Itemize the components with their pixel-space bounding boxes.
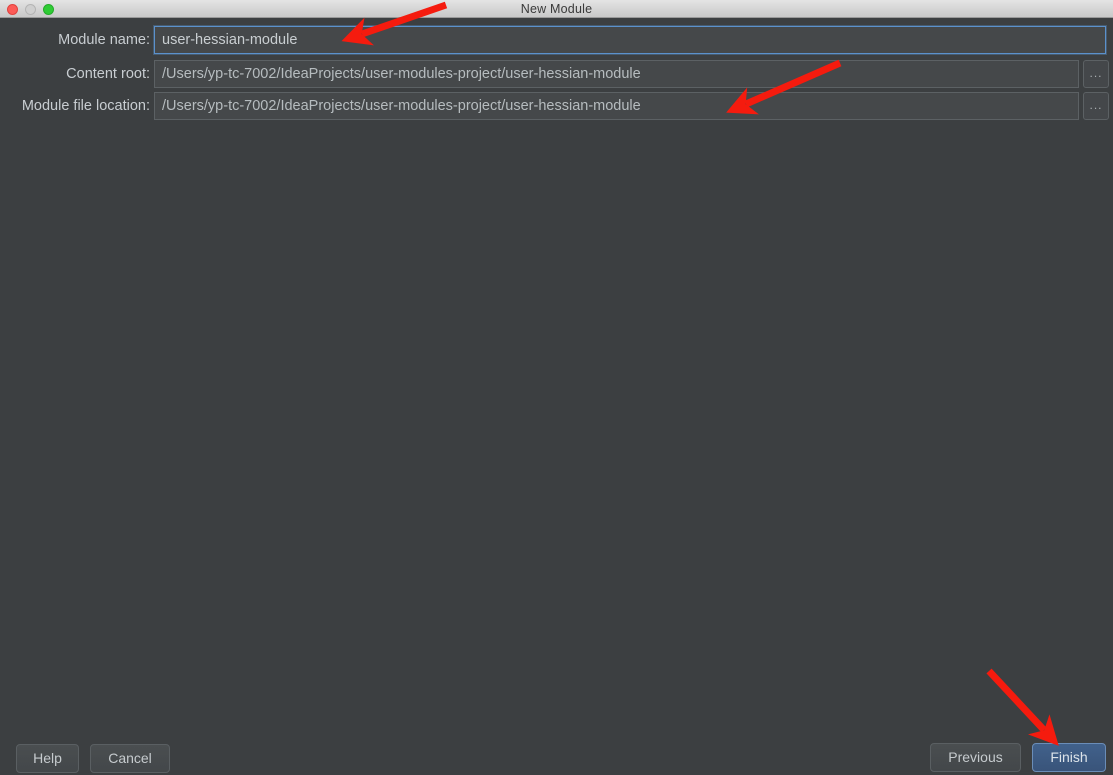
label-content-root: Content root:: [66, 66, 150, 82]
content-root-browse-button[interactable]: ...: [1083, 60, 1109, 88]
form-row-module-name: Module name: user-hessian-module: [0, 26, 1113, 54]
form-row-module-file-location: Module file location: /Users/yp-tc-7002/…: [0, 92, 1113, 120]
label-module-name: Module name:: [58, 32, 150, 48]
help-button[interactable]: Help: [16, 744, 79, 773]
window-titlebar: New Module: [0, 0, 1113, 18]
module-file-location-input[interactable]: /Users/yp-tc-7002/IdeaProjects/user-modu…: [154, 92, 1079, 120]
dialog-content: Module name: user-hessian-module Content…: [0, 19, 1113, 775]
content-root-input[interactable]: /Users/yp-tc-7002/IdeaProjects/user-modu…: [154, 60, 1079, 88]
form-row-content-root: Content root: /Users/yp-tc-7002/IdeaProj…: [0, 60, 1113, 88]
previous-button[interactable]: Previous: [930, 743, 1021, 772]
module-name-input[interactable]: user-hessian-module: [154, 26, 1106, 54]
cancel-button[interactable]: Cancel: [90, 744, 170, 773]
finish-button[interactable]: Finish: [1032, 743, 1106, 772]
window-title: New Module: [520, 2, 593, 16]
new-module-dialog: New Module Module name: user-hessian-mod…: [0, 0, 1113, 775]
module-file-location-browse-button[interactable]: ...: [1083, 92, 1109, 120]
label-module-file-location: Module file location:: [21, 98, 150, 114]
